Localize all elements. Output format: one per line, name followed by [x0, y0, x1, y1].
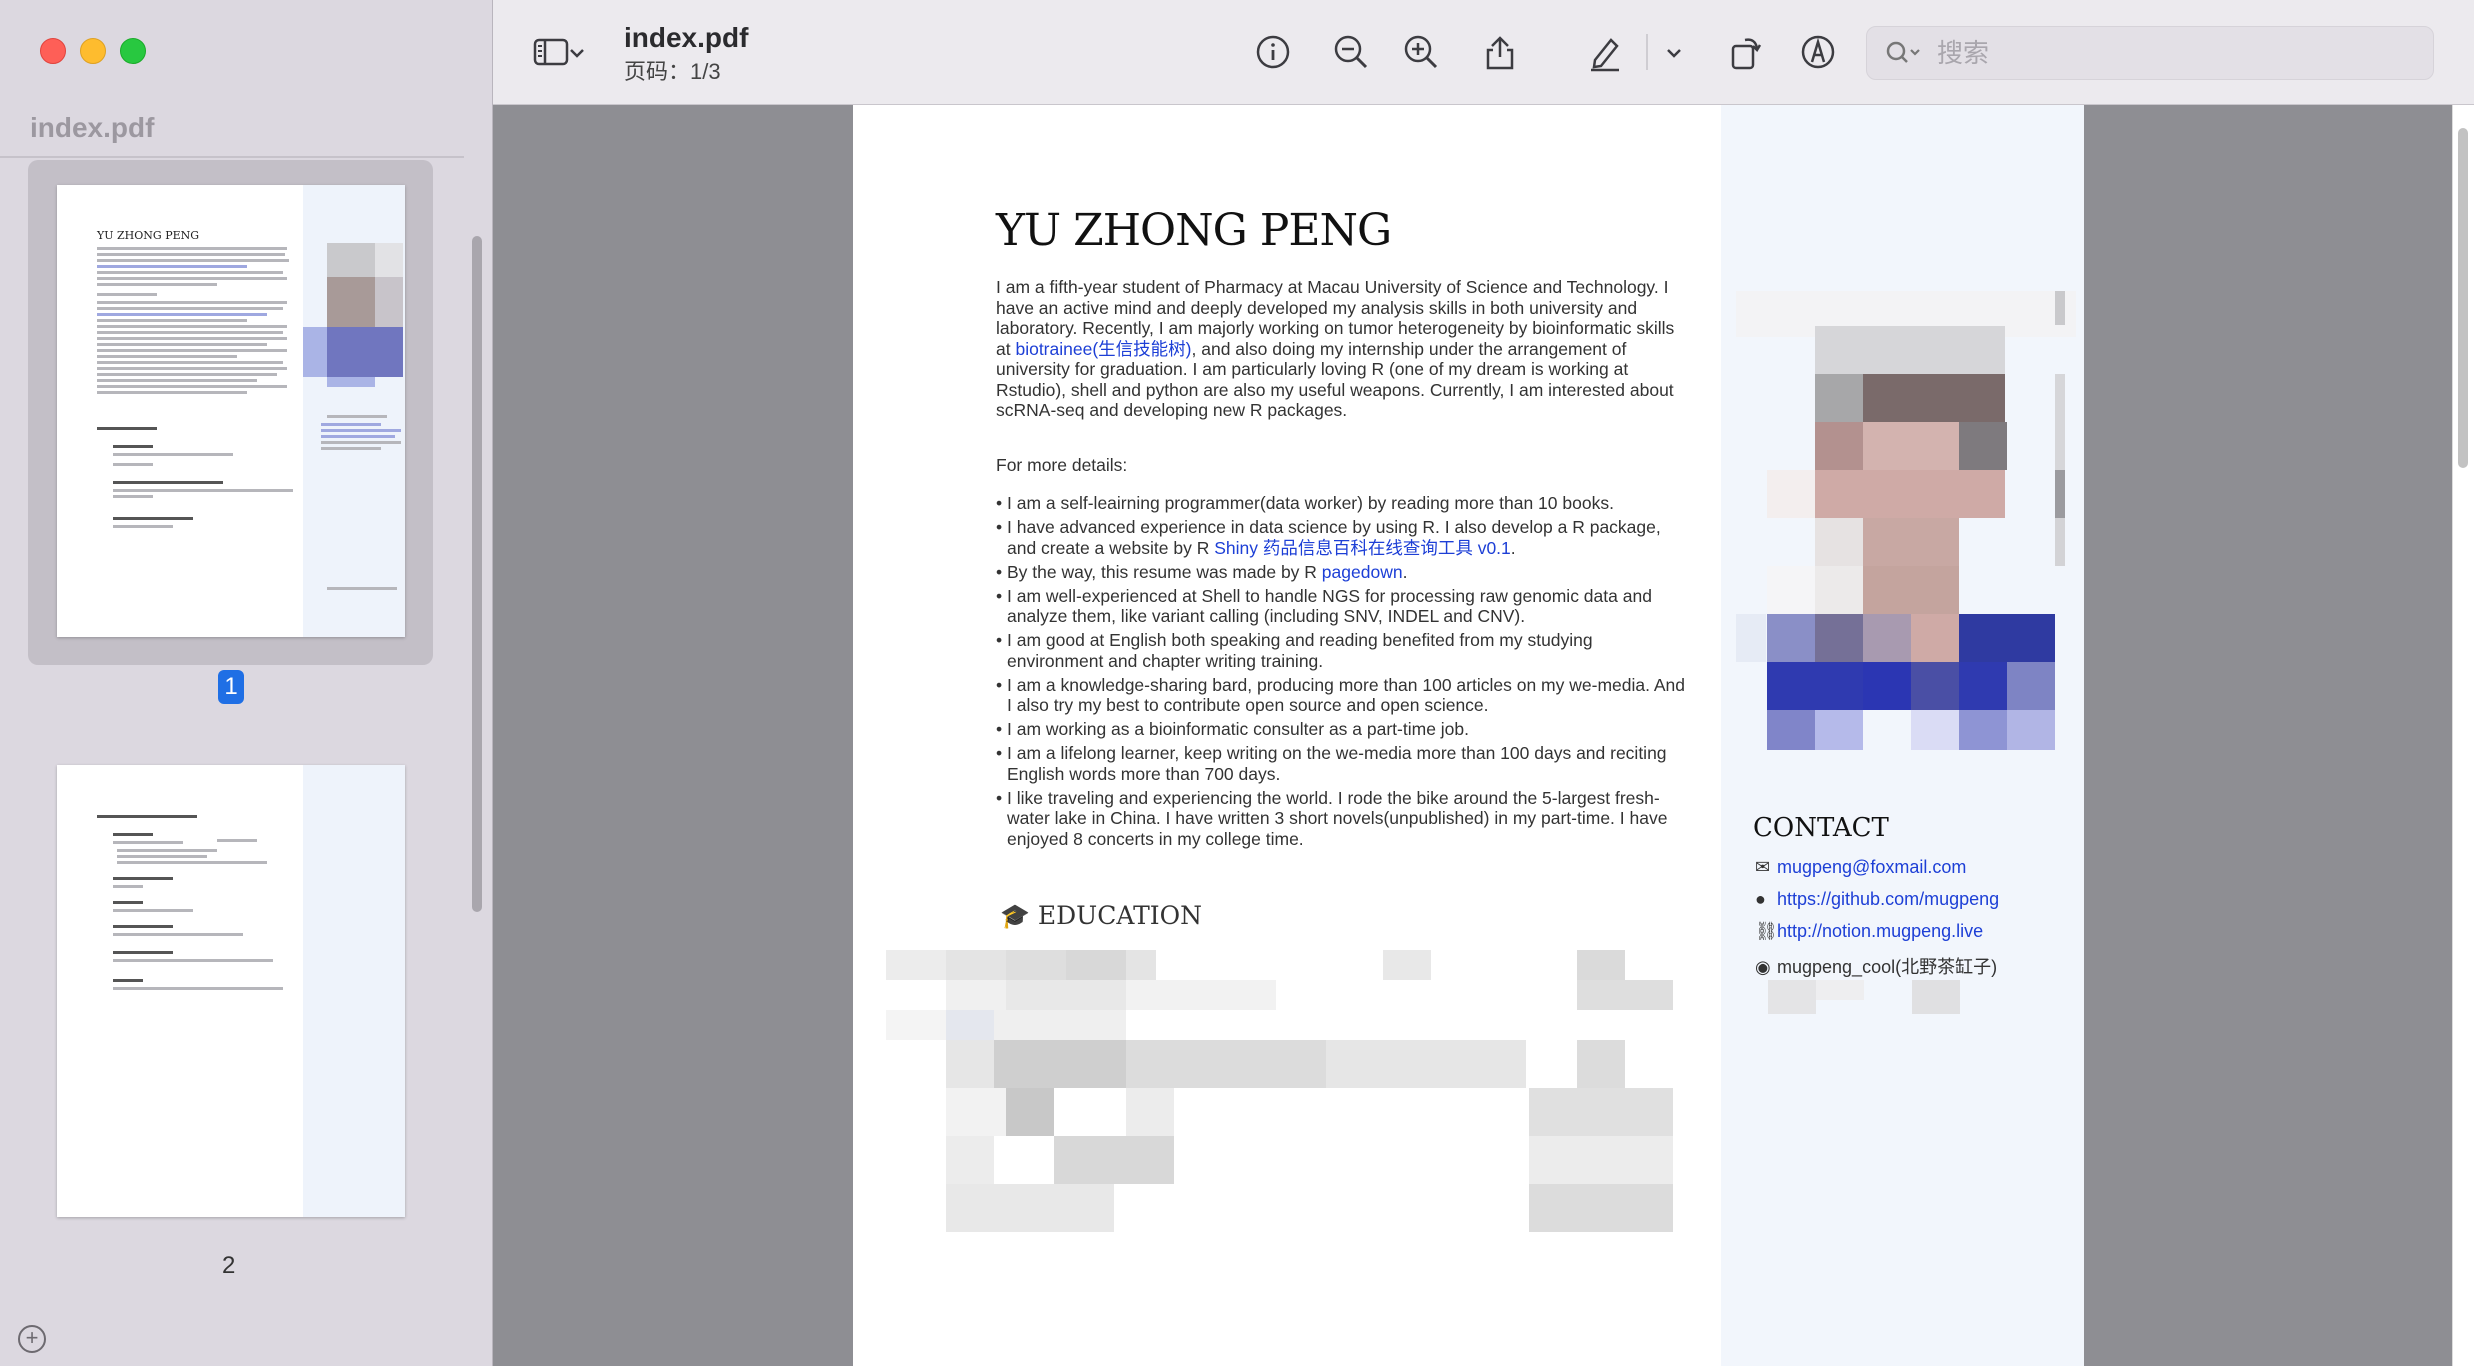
minimize-window-button[interactable] — [80, 38, 106, 64]
pdf-page: YU ZHONG PENG I am a fifth-year student … — [853, 105, 2084, 1366]
resume-name: YU ZHONG PENG — [996, 205, 1392, 256]
rotate-icon[interactable] — [1723, 30, 1767, 74]
list-item: I am good at English both speaking and r… — [996, 630, 1686, 671]
page-number-label-2: 2 — [222, 1252, 236, 1279]
search-field[interactable] — [1866, 26, 2434, 80]
add-page-button[interactable]: + — [18, 1325, 46, 1353]
contact-email: ✉ mugpeng@foxmail.com — [1755, 857, 1966, 878]
zoom-out-icon[interactable] — [1329, 30, 1373, 74]
pagedown-link[interactable]: pagedown — [1322, 562, 1403, 582]
list-item: By the way, this resume was made by R pa… — [996, 562, 1686, 583]
sidebar-scrollbar[interactable] — [472, 236, 482, 912]
notion-link[interactable]: http://notion.mugpeng.live — [1777, 921, 1983, 941]
list-item: I am a self-leairning programmer(data wo… — [996, 493, 1686, 514]
page-indicator: 页码：1/3 — [624, 59, 721, 84]
toolbar-divider — [1646, 34, 1648, 70]
envelope-icon: ✉ — [1755, 857, 1771, 877]
intro-paragraph: I am a fifth-year student of Pharmacy at… — [996, 277, 1675, 420]
list-item: I am working as a bioinformatic consulte… — [996, 719, 1686, 740]
search-icon — [1885, 39, 1925, 67]
share-icon[interactable] — [1478, 30, 1522, 74]
github-icon: ● — [1755, 889, 1766, 909]
search-input[interactable] — [1935, 35, 2409, 71]
contact-heading: CONTACT — [1753, 813, 1889, 843]
page-number-badge-1: 1 — [218, 670, 244, 704]
contact-wechat: ◉ mugpeng_cool(北野茶缸子) — [1755, 953, 1997, 979]
sidebar-document-title: index.pdf — [30, 112, 155, 143]
shiny-app-link[interactable]: Shiny 药品信息百科在线查询工具 v0.1 — [1214, 538, 1511, 558]
details-label: For more details: — [996, 455, 1128, 475]
chevron-down-icon[interactable] — [566, 30, 588, 74]
chevron-down-icon[interactable] — [1663, 30, 1685, 74]
biotrainee-link[interactable]: biotrainee(生信技能树) — [1015, 339, 1191, 359]
zoom-in-icon[interactable] — [1399, 30, 1443, 74]
fullscreen-window-button[interactable] — [120, 38, 146, 64]
graduation-cap-icon: 🎓 — [1000, 902, 1030, 930]
list-item: I have advanced experience in data scien… — [996, 517, 1686, 558]
sidebar-divider — [0, 156, 464, 158]
education-heading: 🎓 EDUCATION — [1000, 901, 1202, 930]
document-title: index.pdf — [624, 22, 749, 53]
document-scrollbar-thumb[interactable] — [2458, 128, 2468, 468]
thumbnail-name: YU ZHONG PENG — [97, 229, 200, 242]
page-thumbnail-1[interactable]: YU ZHONG PENG — [57, 185, 405, 637]
details-list: I am a self-leairning programmer(data wo… — [996, 493, 1686, 853]
markup-pen-icon[interactable] — [1583, 30, 1627, 74]
list-item: I am well-experienced at Shell to handle… — [996, 586, 1686, 627]
close-window-button[interactable] — [40, 38, 66, 64]
page-thumbnail-2[interactable] — [57, 765, 405, 1217]
github-link[interactable]: https://github.com/mugpeng — [1777, 889, 1999, 909]
info-icon[interactable] — [1251, 30, 1295, 74]
toolbar: index.pdf 页码：1/3 — [493, 0, 2474, 105]
wechat-icon: ◉ — [1755, 957, 1771, 977]
link-icon: ⛓ — [1755, 921, 1778, 941]
thumbnail-sidebar: index.pdf YU ZHONG PENG 1 2 + — [0, 0, 493, 1366]
list-item: I am a lifelong learner, keep writing on… — [996, 743, 1686, 784]
thumbnail-sidebar-column — [303, 765, 405, 1217]
email-link[interactable]: mugpeng@foxmail.com — [1777, 857, 1966, 877]
contact-github: ● https://github.com/mugpeng — [1755, 889, 1999, 910]
contact-notion: ⛓http://notion.mugpeng.live — [1755, 921, 1983, 942]
wechat-id: mugpeng_cool(北野茶缸子) — [1777, 957, 1998, 977]
list-item: I am a knowledge-sharing bard, producing… — [996, 675, 1686, 716]
annotate-circle-icon[interactable] — [1796, 30, 1840, 74]
list-item: I like traveling and experiencing the wo… — [996, 788, 1686, 850]
